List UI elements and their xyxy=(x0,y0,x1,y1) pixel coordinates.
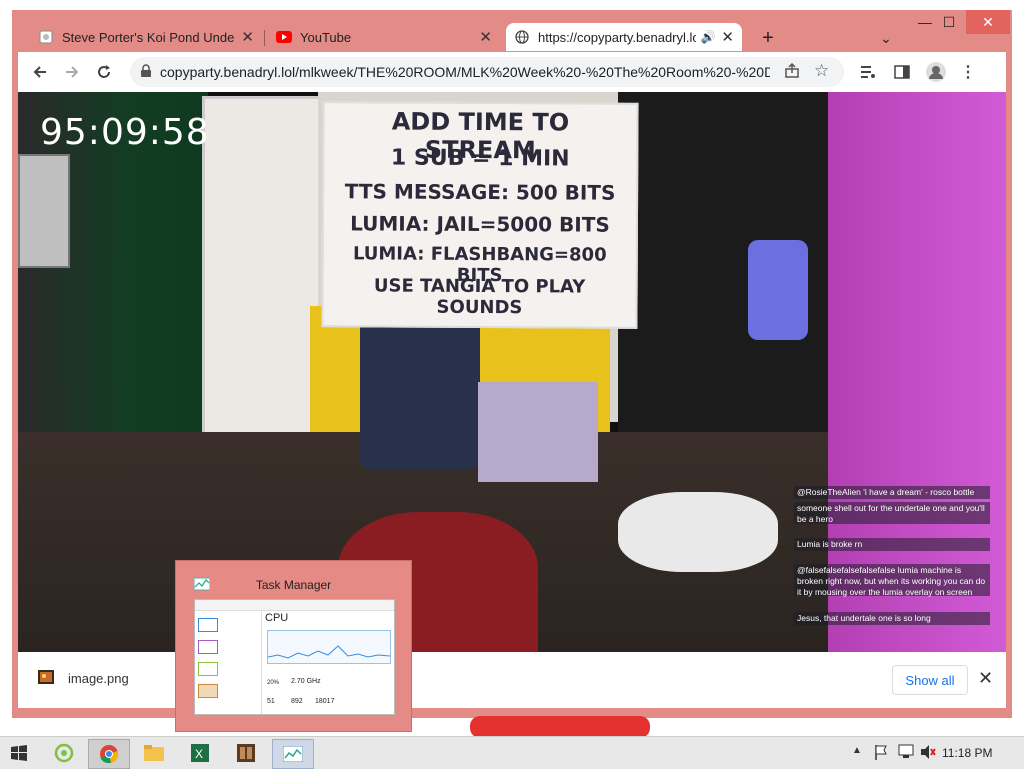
tm-speed: 2.70 GHz xyxy=(291,678,321,685)
chrome-icon[interactable] xyxy=(88,739,130,769)
chat-overlay: @RosieTheAlien 'i have a dream' - rosco … xyxy=(794,482,992,632)
address-bar[interactable]: copyparty.benadryl.lol/mlkweek/THE%20ROO… xyxy=(130,57,844,87)
tm-cpu-graph xyxy=(267,630,391,664)
tab-strip: Steve Porter's Koi Pond Underwa ✕ YouTub… xyxy=(12,10,1012,51)
tm-cpu-mini xyxy=(198,618,218,632)
chat-message: @RosieTheAlien 'i have a dream' - rosco … xyxy=(794,486,990,499)
drawer-cabinet xyxy=(478,382,598,482)
download-item[interactable]: image.png xyxy=(38,670,129,687)
close-icon[interactable]: ✕ xyxy=(721,28,734,46)
excel-icon[interactable]: X xyxy=(180,739,220,767)
close-icon[interactable]: ✕ xyxy=(479,28,492,46)
tv-set xyxy=(18,154,70,268)
chat-message: someone shell out for the undertale one … xyxy=(794,502,990,524)
tab-youtube[interactable]: YouTube ✕ xyxy=(268,23,500,51)
tm-sidebar xyxy=(195,610,262,714)
maximize-button[interactable]: ☐ xyxy=(934,10,964,34)
volume-muted-icon[interactable] xyxy=(920,744,936,765)
task-manager-thumbnail: CPU 20% 2.70 GHz 51 892 18017 xyxy=(194,599,395,715)
chat-message: @falsefalsefalsefalsefalse lumia machine… xyxy=(794,564,990,597)
close-icon[interactable]: ✕ xyxy=(241,28,254,46)
tm-threads: 892 xyxy=(291,698,303,705)
youtube-icon xyxy=(276,29,292,45)
start-button[interactable] xyxy=(0,739,38,767)
media-control-icon[interactable] xyxy=(856,60,880,84)
star-icon[interactable]: ☆ xyxy=(814,61,829,81)
close-window-button[interactable]: ✕ xyxy=(966,10,1010,34)
media-app-icon[interactable] xyxy=(226,739,266,767)
image-file-icon xyxy=(38,670,54,687)
reload-icon[interactable] xyxy=(92,60,116,84)
background-shape xyxy=(470,716,650,738)
download-filename: image.png xyxy=(68,671,129,686)
download-bar: image.png Show all ✕ xyxy=(18,652,1006,708)
tm-memory-mini xyxy=(198,640,218,654)
speaker-icon[interactable]: 🔊 xyxy=(700,30,715,44)
show-all-button[interactable]: Show all xyxy=(892,665,968,695)
tm-utilization: 20% xyxy=(267,680,280,686)
side-panel-icon[interactable] xyxy=(890,60,914,84)
page-icon xyxy=(38,29,54,45)
tm-cpu-label: CPU xyxy=(265,612,289,624)
tm-processes: 51 xyxy=(267,698,275,705)
browser-window: Steve Porter's Koi Pond Underwa ✕ YouTub… xyxy=(12,10,1012,718)
menu-dots-icon[interactable]: ⋮ xyxy=(956,60,980,84)
lock-icon xyxy=(140,64,152,83)
chat-message: Lumia is broke rn xyxy=(794,538,990,551)
tab-copyparty[interactable]: https://copyparty.benadryl.lo 🔊 ✕ xyxy=(506,23,742,51)
taskbar-clock[interactable]: 11:18 PM xyxy=(942,737,992,769)
chevron-down-icon[interactable]: ⌄ xyxy=(874,26,898,50)
tm-disk-mini xyxy=(198,662,218,676)
back-icon[interactable] xyxy=(28,60,52,84)
file-explorer-icon[interactable] xyxy=(134,739,174,767)
browser-toolbar: copyparty.benadryl.lol/mlkweek/THE%20ROO… xyxy=(18,52,1006,92)
chat-message: Jesus, that undertale one is so long xyxy=(794,612,990,625)
preview-title: Task Manager xyxy=(255,578,332,592)
taskbar: X ▲ 11:18 PM xyxy=(0,736,1024,769)
stream-timer: 95:09:58 xyxy=(40,112,210,153)
globe-icon xyxy=(514,29,530,45)
stream-video[interactable]: ADD TIME TO STREAM 1 SUB = 1 MIN TTS MES… xyxy=(18,92,1006,652)
task-manager-preview[interactable]: Task Manager CPU 20% 2.70 GHz 51 892 180… xyxy=(175,560,412,732)
app-icon-green[interactable] xyxy=(44,739,84,767)
packing-peanuts xyxy=(618,492,778,572)
tm-handles: 18017 xyxy=(315,698,335,705)
flag-icon[interactable] xyxy=(874,744,888,765)
new-tab-button[interactable]: + xyxy=(756,26,780,50)
close-icon[interactable]: ✕ xyxy=(978,668,993,689)
url-text: copyparty.benadryl.lol/mlkweek/THE%20ROO… xyxy=(160,64,770,80)
profile-avatar[interactable] xyxy=(924,60,948,84)
task-manager-taskbar-icon[interactable] xyxy=(272,739,314,769)
network-icon[interactable] xyxy=(898,744,914,765)
tab-koi-pond[interactable]: Steve Porter's Koi Pond Underwa ✕ xyxy=(30,23,262,51)
tm-ethernet-mini xyxy=(198,684,218,698)
svg-text:X: X xyxy=(195,747,203,761)
share-icon[interactable] xyxy=(784,62,800,84)
door xyxy=(202,96,324,442)
forward-icon[interactable] xyxy=(60,60,84,84)
chevron-up-icon[interactable]: ▲ xyxy=(852,745,862,756)
tab-separator xyxy=(264,30,265,46)
water-bottle xyxy=(748,240,808,340)
whiteboard-sign: ADD TIME TO STREAM 1 SUB = 1 MIN TTS MES… xyxy=(321,101,639,329)
